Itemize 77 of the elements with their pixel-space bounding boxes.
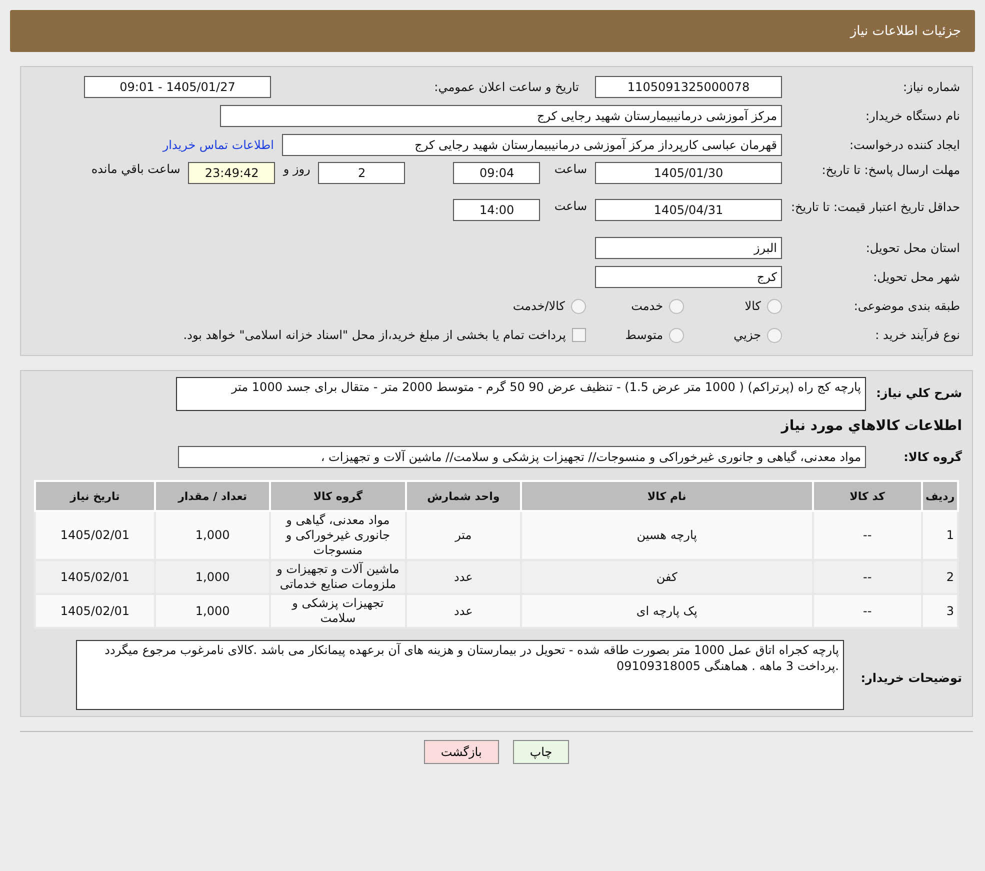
summary-field: پارچه کج راه (پرتراکم) ( 1000 متر عرض 1.5) - تنظیف عرض 90 50 گرم - متوسط 2000 متر - متقال برای جسد 1000 متر — [176, 377, 866, 411]
field-label: طبقه بندی موضوعی: — [852, 298, 960, 314]
option-label: پرداخت تمام یا بخشی از مبلغ خرید،از محل "اسناد خزانه اسلامی" خواهد بود. — [183, 328, 566, 342]
table-cell: ماشین آلات و تجهیزات و ملزومات صنایع خدماتی — [270, 560, 406, 594]
page-title: جزئیات اطلاعات نیاز — [10, 10, 975, 52]
print-button[interactable]: چاپ — [512, 740, 570, 764]
table-cell: متر — [406, 511, 522, 560]
column-header: نام کالا — [521, 481, 812, 511]
column-header: واحد شمارش — [406, 481, 522, 511]
table-cell: 1,000 — [154, 511, 270, 560]
table-cell: کفن — [521, 560, 812, 594]
field-label: نوع فرآیند خرید : — [874, 326, 960, 344]
field-label: شرح کلي نیاز: — [875, 385, 962, 402]
field-label: توضیحات خریدار: — [860, 670, 962, 686]
column-header: تاریخ نیاز — [35, 481, 155, 511]
field-label: تاریخ و ساعت اعلان عمومي: — [433, 78, 580, 96]
deadline-time-field: 09:04 — [453, 162, 540, 184]
field-label: ساعت — [554, 162, 587, 176]
province-field: البرز — [595, 237, 782, 259]
radio-button[interactable] — [669, 298, 684, 314]
validity-date-field: 1405/04/31 — [595, 199, 782, 221]
table-cell: عدد — [406, 560, 522, 594]
option-label: خدمت — [631, 299, 663, 313]
contact-link[interactable]: اطلاعات تماس خریدار — [162, 138, 274, 152]
table-cell: پارچه هسین — [521, 511, 812, 560]
field-label: ساعت باقي مانده — [91, 162, 180, 176]
table-cell: عدد — [406, 594, 522, 628]
validity-time-field: 14:00 — [453, 199, 540, 221]
days-field: 2 — [318, 162, 406, 184]
field-label: نام دستگاه خریدار: — [864, 108, 960, 124]
field-label: گروه کالا: — [902, 448, 962, 466]
table-cell: -- — [812, 560, 922, 594]
section-heading: اطلاعات کالاهاي مورد نیاز — [780, 418, 962, 434]
table-cell: -- — [812, 511, 922, 560]
remaining-time-field: 23:49:42 — [188, 162, 276, 184]
column-header: تعداد / مقدار — [154, 481, 270, 511]
table-cell: 1405/02/01 — [35, 594, 155, 628]
option-label: متوسط — [625, 328, 663, 342]
field-label: ساعت — [554, 199, 587, 213]
goods-group-field: مواد معدنی، گیاهی و جانوری غیرخوراکی و منسوجات// تجهیزات پزشکی و سلامت// ماشین آلات و تجهیزات ، — [178, 446, 866, 468]
radio-button[interactable] — [767, 328, 782, 342]
field-label: شهر محل تحویل: — [872, 268, 960, 286]
radio-button[interactable] — [669, 328, 684, 342]
checkbox[interactable] — [572, 328, 586, 342]
city-field: کرج — [595, 266, 782, 288]
table-cell: تجهیزات پزشکی و سلامت — [270, 594, 406, 628]
deadline-date-field: 1405/01/30 — [595, 162, 782, 184]
buyer-field: مرکز آموزشی درمانیبیمارستان شهید رجایی کرج — [220, 105, 782, 127]
table-cell: -- — [812, 594, 922, 628]
column-header: کد کالا — [812, 481, 922, 511]
radio-button[interactable] — [571, 298, 586, 314]
buyer-notes-field: پارچه کجراه اتاق عمل 1000 متر بصورت طاقه شده - تحویل در بیمارستان و هزینه های آن برعهده پیمانکار می باشد .کالای نامرغوب مرجوع میگردد .پرداخت 3 ماهه . هماهنگی 09109318005 — [76, 640, 844, 710]
back-button[interactable]: بازگشت — [424, 740, 499, 764]
field-label: روز و — [283, 162, 310, 176]
table-cell: 1405/02/01 — [35, 511, 155, 560]
column-header: گروه کالا — [270, 481, 406, 511]
field-label: استان محل تحویل: — [864, 240, 960, 256]
table-cell: مواد معدنی، گیاهی و جانوری غیرخوراکی و منسوجات — [270, 511, 406, 560]
option-label: کالا — [744, 299, 761, 313]
announce-date-field: 1405/01/27 - 09:01 — [84, 76, 271, 98]
field-label: ایجاد کننده درخواست: — [848, 136, 960, 154]
field-label: حداقل تاریخ اعتبار قیمت: تا تاریخ: — [790, 199, 960, 216]
table-cell: پک پارچه ای — [521, 594, 812, 628]
table-cell: 1,000 — [154, 560, 270, 594]
table-cell: 2 — [922, 560, 958, 594]
table-cell: 1,000 — [154, 594, 270, 628]
option-label: جزيي — [734, 328, 761, 342]
option-label: کالا/خدمت — [512, 299, 565, 313]
table-cell: 1 — [922, 511, 958, 560]
field-label: مهلت ارسال پاسخ: تا تاریخ: — [820, 162, 960, 178]
table-cell: 1405/02/01 — [35, 560, 155, 594]
field-label: شماره نیاز: — [902, 78, 960, 96]
column-header: ردیف — [922, 481, 958, 511]
creator-field: قهرمان عباسی کارپرداز مرکز آموزشی درمانیبیمارستان شهید رجایی کرج — [282, 134, 782, 156]
need-number-field: 1105091325000078 — [595, 76, 782, 98]
table-cell: 3 — [922, 594, 958, 628]
radio-button[interactable] — [767, 298, 782, 314]
